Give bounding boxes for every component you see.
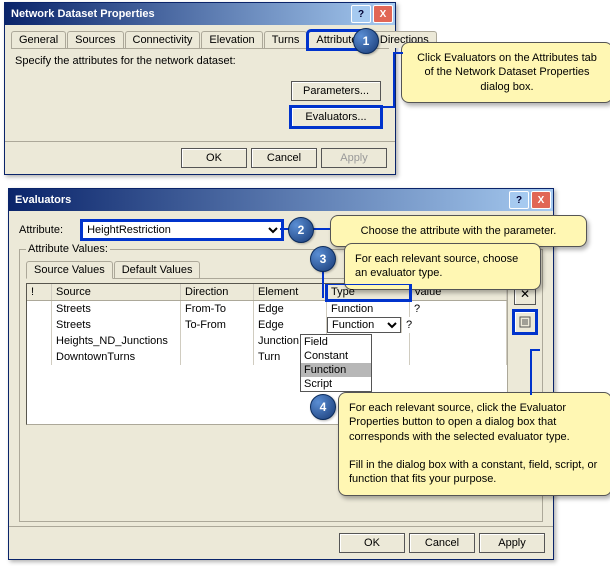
type-option[interactable]: Constant <box>301 349 371 363</box>
apply-button[interactable]: Apply <box>479 533 545 553</box>
tab-connectivity[interactable]: Connectivity <box>125 31 201 48</box>
tabs: General Sources Connectivity Elevation T… <box>11 31 389 49</box>
help-icon[interactable]: ? <box>351 5 371 23</box>
specify-text: Specify the attributes for the network d… <box>15 55 385 67</box>
step-1-badge: 1 <box>353 28 379 54</box>
dialog-buttons: OK Cancel Apply <box>9 526 553 559</box>
type-option[interactable]: Script <box>301 377 371 391</box>
apply-button: Apply <box>321 148 387 168</box>
tab-source-values[interactable]: Source Values <box>26 261 113 279</box>
dialog-buttons: OK Cancel Apply <box>5 141 395 174</box>
close-icon[interactable]: X <box>531 191 551 209</box>
callout-1: Click Evaluators on the Attributes tab o… <box>401 42 610 103</box>
titlebar[interactable]: Evaluators ? X <box>9 189 553 211</box>
evaluators-button[interactable]: Evaluators... <box>291 107 381 127</box>
tab-turns[interactable]: Turns <box>264 31 308 48</box>
col-flag[interactable]: ! <box>27 284 52 300</box>
tab-sources[interactable]: Sources <box>67 31 123 48</box>
parameters-button[interactable]: Parameters... <box>291 81 381 101</box>
help-icon[interactable]: ? <box>509 191 529 209</box>
titlebar[interactable]: Network Dataset Properties ? X <box>5 3 395 25</box>
table-row[interactable]: Heights_ND_Junctions Junction <box>27 333 507 349</box>
step-4-badge: 4 <box>310 394 336 420</box>
type-option[interactable]: Field <box>301 335 371 349</box>
evaluator-properties-button[interactable] <box>514 311 536 333</box>
col-type[interactable]: Type <box>327 284 410 300</box>
step-2-badge: 2 <box>288 217 314 243</box>
cancel-button[interactable]: Cancel <box>409 533 475 553</box>
dialog-title: Network Dataset Properties <box>11 8 155 20</box>
attribute-select[interactable]: HeightRestriction <box>82 221 282 239</box>
tab-general[interactable]: General <box>11 31 66 48</box>
close-icon[interactable]: X <box>373 5 393 23</box>
callout-3: For each relevant source, choose an eval… <box>344 243 541 290</box>
col-direction[interactable]: Direction <box>181 284 254 300</box>
col-source[interactable]: Source <box>52 284 181 300</box>
tab-default-values[interactable]: Default Values <box>114 261 201 278</box>
table-row[interactable]: Streets To-From Edge Function ? <box>27 317 507 333</box>
attribute-values-legend: Attribute Values: <box>26 243 110 255</box>
type-option[interactable]: Function <box>301 363 371 377</box>
table-row[interactable]: Streets From-To Edge Function ? <box>27 301 507 317</box>
dialog-title: Evaluators <box>15 194 71 206</box>
network-dataset-properties-dialog: Network Dataset Properties ? X General S… <box>4 2 396 175</box>
step-3-badge: 3 <box>310 246 336 272</box>
properties-icon <box>519 316 531 328</box>
ok-button[interactable]: OK <box>339 533 405 553</box>
col-element[interactable]: Element <box>254 284 327 300</box>
callout-4: For each relevant source, click the Eval… <box>338 392 610 496</box>
cancel-button[interactable]: Cancel <box>251 148 317 168</box>
type-dropdown[interactable]: Field Constant Function Script <box>300 334 372 392</box>
table-row[interactable]: DowntownTurns Turn <box>27 349 507 365</box>
ok-button[interactable]: OK <box>181 148 247 168</box>
type-select[interactable]: Function <box>327 317 401 333</box>
attribute-label: Attribute: <box>19 224 79 236</box>
tab-elevation[interactable]: Elevation <box>201 31 262 48</box>
